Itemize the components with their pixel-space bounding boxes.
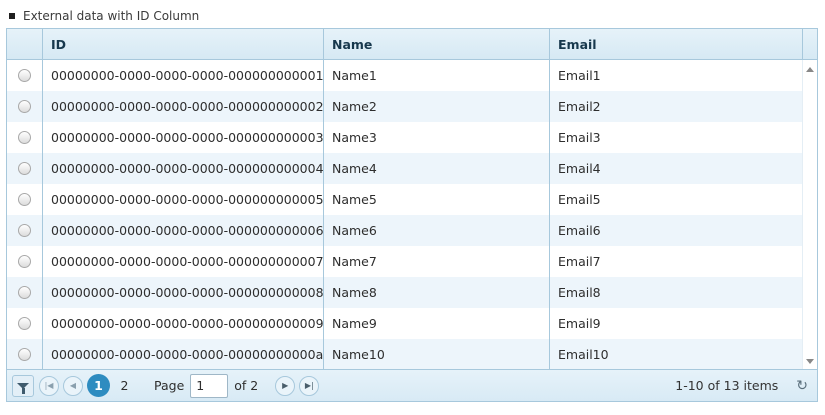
- table-row[interactable]: 00000000-0000-0000-0000-000000000005 Nam…: [7, 184, 803, 215]
- cell-id: 00000000-0000-0000-0000-000000000009: [43, 308, 324, 339]
- row-select-cell: [7, 184, 43, 215]
- scroll-down-icon[interactable]: [806, 359, 814, 364]
- table-row[interactable]: 00000000-0000-0000-0000-000000000006 Nam…: [7, 215, 803, 246]
- row-select-cell: [7, 246, 43, 277]
- caption-text: External data with ID Column: [23, 9, 200, 23]
- cell-email: Email5: [558, 192, 601, 207]
- cell-name: Name7: [324, 246, 550, 277]
- row-select-cell: [7, 215, 43, 246]
- row-select-cell: [7, 91, 43, 122]
- cell-id: 00000000-0000-0000-0000-000000000003: [43, 122, 324, 153]
- table-row[interactable]: 00000000-0000-0000-0000-000000000008 Nam…: [7, 277, 803, 308]
- first-page-button[interactable]: |◀: [39, 375, 59, 396]
- table-row[interactable]: 00000000-0000-0000-0000-000000000009 Nam…: [7, 308, 803, 339]
- filter-button[interactable]: [12, 374, 34, 397]
- cell-id: 00000000-0000-0000-0000-000000000006: [43, 215, 324, 246]
- grid-rows: 00000000-0000-0000-0000-000000000001 Nam…: [7, 60, 803, 370]
- cell-email: Email10: [558, 347, 609, 362]
- row-select-cell: [7, 339, 43, 370]
- cell-name: Name1: [324, 60, 550, 91]
- cell-id: 00000000-0000-0000-0000-00000000000a: [43, 339, 324, 370]
- header-scroll-spacer: [803, 29, 817, 59]
- cell-name: Name4: [324, 153, 550, 184]
- filter-icon: [17, 382, 29, 394]
- cell-email: Email4: [558, 161, 601, 176]
- cell-id: 00000000-0000-0000-0000-000000000004: [43, 153, 324, 184]
- row-select-radio[interactable]: [18, 255, 31, 268]
- scroll-up-icon[interactable]: [806, 67, 814, 72]
- table-row[interactable]: 00000000-0000-0000-0000-00000000000a Nam…: [7, 339, 803, 370]
- table-row[interactable]: 00000000-0000-0000-0000-000000000007 Nam…: [7, 246, 803, 277]
- items-count: 1-10 of 13 items: [675, 378, 779, 393]
- cell-name: Name10: [324, 339, 550, 370]
- row-select-radio[interactable]: [18, 131, 31, 144]
- cell-id: 00000000-0000-0000-0000-000000000007: [43, 246, 324, 277]
- row-select-radio[interactable]: [18, 224, 31, 237]
- first-page-icon: |◀: [44, 381, 54, 390]
- page-1-button[interactable]: 1: [87, 374, 110, 397]
- cell-id: 00000000-0000-0000-0000-000000000001: [43, 60, 324, 91]
- grid-header: ID Name Email: [7, 29, 817, 60]
- cell-email: Email8: [558, 285, 601, 300]
- cell-name: Name8: [324, 277, 550, 308]
- header-email[interactable]: Email: [550, 29, 803, 59]
- cell-email: Email6: [558, 223, 601, 238]
- last-page-icon: ▶|: [304, 381, 314, 390]
- cell-email: Email7: [558, 254, 601, 269]
- table-row[interactable]: 00000000-0000-0000-0000-000000000003 Nam…: [7, 122, 803, 153]
- cell-email: Email9: [558, 316, 601, 331]
- cell-name: Name5: [324, 184, 550, 215]
- row-select-radio[interactable]: [18, 317, 31, 330]
- header-name[interactable]: Name: [324, 29, 550, 59]
- table-row[interactable]: 00000000-0000-0000-0000-000000000001 Nam…: [7, 60, 803, 91]
- cell-name: Name9: [324, 308, 550, 339]
- page-number-input[interactable]: [190, 373, 229, 398]
- row-select-radio[interactable]: [18, 348, 31, 361]
- row-select-cell: [7, 277, 43, 308]
- header-select-column: [7, 29, 43, 59]
- bullet-square-icon: [9, 13, 15, 19]
- cell-id: 00000000-0000-0000-0000-000000000002: [43, 91, 324, 122]
- cell-email: Email1: [558, 68, 601, 83]
- row-select-cell: [7, 60, 43, 91]
- table-row[interactable]: 00000000-0000-0000-0000-000000000002 Nam…: [7, 91, 803, 122]
- cell-email: Email2: [558, 99, 601, 114]
- refresh-icon[interactable]: ↻: [796, 379, 808, 393]
- cell-name: Name2: [324, 91, 550, 122]
- row-select-radio[interactable]: [18, 162, 31, 175]
- row-select-radio[interactable]: [18, 69, 31, 82]
- row-select-radio[interactable]: [18, 100, 31, 113]
- previous-page-button[interactable]: ◀: [63, 375, 83, 396]
- row-select-cell: [7, 308, 43, 339]
- header-id[interactable]: ID: [43, 29, 324, 59]
- page-label: Page: [154, 378, 185, 393]
- row-select-cell: [7, 122, 43, 153]
- grid-caption: External data with ID Column: [9, 8, 199, 24]
- page-count-label: of 2: [234, 378, 259, 393]
- page-2-button[interactable]: 2: [113, 374, 136, 397]
- grid-pager: |◀ ◀ 1 2 Page of 2 ▶ ▶| 1-10 of 13 items…: [7, 369, 817, 401]
- table-row[interactable]: 00000000-0000-0000-0000-000000000004 Nam…: [7, 153, 803, 184]
- cell-id: 00000000-0000-0000-0000-000000000005: [43, 184, 324, 215]
- vertical-scrollbar[interactable]: [802, 60, 817, 370]
- cell-name: Name6: [324, 215, 550, 246]
- row-select-radio[interactable]: [18, 286, 31, 299]
- next-page-icon: ▶: [282, 381, 289, 390]
- grid-body: 00000000-0000-0000-0000-000000000001 Nam…: [7, 60, 817, 370]
- previous-page-icon: ◀: [69, 381, 77, 390]
- last-page-button[interactable]: ▶|: [299, 375, 320, 396]
- next-page-button[interactable]: ▶: [275, 375, 296, 396]
- row-select-radio[interactable]: [18, 193, 31, 206]
- data-grid: ID Name Email 00000000-0000-0000-0000-00…: [6, 28, 818, 402]
- cell-id: 00000000-0000-0000-0000-000000000008: [43, 277, 324, 308]
- row-select-cell: [7, 153, 43, 184]
- cell-name: Name3: [324, 122, 550, 153]
- cell-email: Email3: [558, 130, 601, 145]
